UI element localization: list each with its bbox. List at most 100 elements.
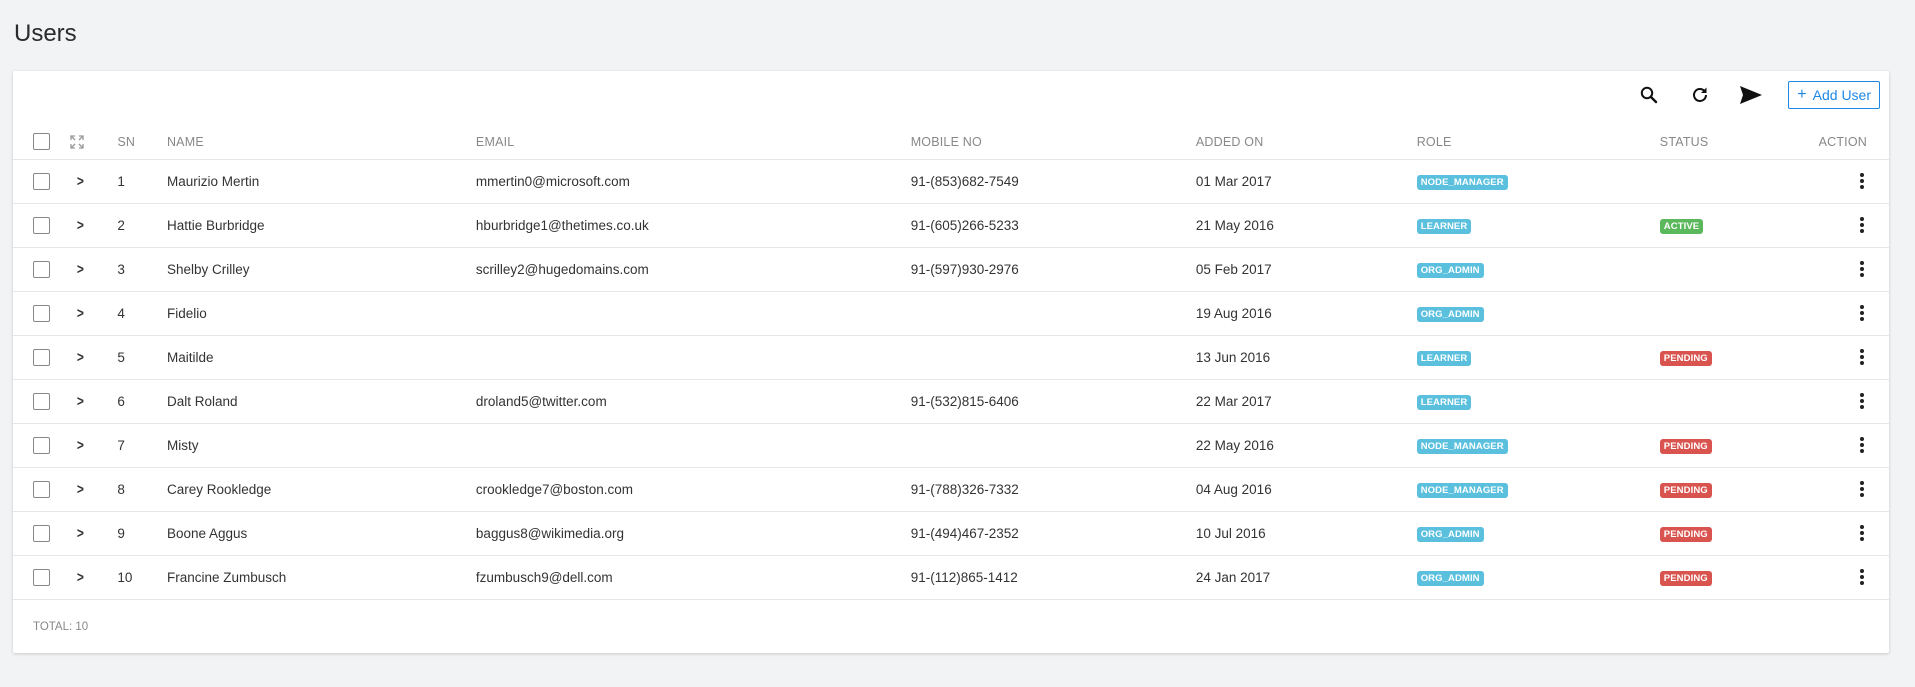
table-row[interactable]: > 10 Francine Zumbusch fzumbusch9@dell.c… <box>13 555 1889 600</box>
more-actions-icon[interactable] <box>1857 525 1867 542</box>
total-count: TOTAL: 10 <box>33 621 89 633</box>
role-badge: LEARNER <box>1416 394 1472 410</box>
row-sn: 10 <box>117 555 167 600</box>
send-button[interactable] <box>1737 81 1765 109</box>
row-checkbox[interactable] <box>33 260 50 278</box>
more-actions-icon[interactable] <box>1857 305 1867 322</box>
row-name: Boone Aggus <box>166 511 476 556</box>
expand-row-chevron-icon[interactable]: > <box>77 217 84 234</box>
row-email: hburbridge1@thetimes.co.uk <box>475 203 911 248</box>
row-name: Shelby Crilley <box>166 247 476 292</box>
row-checkbox[interactable] <box>33 480 50 498</box>
add-user-button[interactable]: + Add User <box>1788 81 1880 109</box>
row-email: crookledge7@boston.com <box>475 467 911 512</box>
row-name: Carey Rookledge <box>166 467 476 512</box>
column-header-role[interactable]: ROLE <box>1416 125 1660 160</box>
row-sn: 3 <box>117 247 167 292</box>
row-sn: 1 <box>117 159 167 204</box>
row-sn: 6 <box>117 379 167 424</box>
expand-row-chevron-icon[interactable]: > <box>77 305 84 322</box>
expand-row-chevron-icon[interactable]: > <box>77 261 84 278</box>
more-actions-icon[interactable] <box>1857 349 1867 366</box>
row-added-on: 05 Feb 2017 <box>1195 247 1417 292</box>
column-header-mobile[interactable]: MOBILE NO <box>910 125 1196 160</box>
row-mobile: 91-(597)930-2976 <box>910 247 1196 292</box>
row-added-on: 01 Mar 2017 <box>1195 159 1417 204</box>
row-email <box>475 335 911 380</box>
table-row[interactable]: > 1 Maurizio Mertin mmertin0@microsoft.c… <box>13 159 1889 204</box>
users-card: + Add User SN NAME EMAIL MOBILE NO ADDED… <box>13 71 1889 653</box>
refresh-button[interactable] <box>1686 81 1714 109</box>
row-added-on: 22 May 2016 <box>1195 423 1417 468</box>
row-checkbox[interactable] <box>33 392 50 410</box>
row-mobile <box>910 335 1196 380</box>
expand-row-chevron-icon[interactable]: > <box>77 173 84 190</box>
row-mobile: 91-(532)815-6406 <box>910 379 1196 424</box>
more-actions-icon[interactable] <box>1857 217 1867 234</box>
row-checkbox[interactable] <box>33 524 50 542</box>
status-badge: PENDING <box>1659 438 1712 454</box>
more-actions-icon[interactable] <box>1857 261 1867 278</box>
expand-row-chevron-icon[interactable]: > <box>77 349 84 366</box>
refresh-icon <box>1693 87 1708 102</box>
row-checkbox[interactable] <box>33 172 50 190</box>
table-row[interactable]: > 8 Carey Rookledge crookledge7@boston.c… <box>13 467 1889 512</box>
table-row[interactable]: > 3 Shelby Crilley scrilley2@hugedomains… <box>13 247 1889 292</box>
role-badge: LEARNER <box>1416 218 1472 234</box>
row-checkbox[interactable] <box>33 304 50 322</box>
row-checkbox[interactable] <box>33 348 50 366</box>
table-row[interactable]: > 9 Boone Aggus baggus8@wikimedia.org 91… <box>13 511 1889 556</box>
status-badge: PENDING <box>1659 482 1712 498</box>
role-badge: ORG_ADMIN <box>1416 526 1484 542</box>
search-button[interactable] <box>1635 81 1663 109</box>
expand-row-chevron-icon[interactable]: > <box>77 525 84 542</box>
more-actions-icon[interactable] <box>1857 393 1867 410</box>
row-mobile <box>910 291 1196 336</box>
status-badge: ACTIVE <box>1659 218 1704 234</box>
row-checkbox[interactable] <box>33 568 50 586</box>
table-row[interactable]: > 6 Dalt Roland droland5@twitter.com 91-… <box>13 379 1889 424</box>
table-row[interactable]: > 4 Fidelio 19 Aug 2016 ORG_ADMIN <box>13 291 1889 336</box>
row-email: mmertin0@microsoft.com <box>475 159 911 204</box>
status-badge: PENDING <box>1659 526 1712 542</box>
add-user-label: Add User <box>1812 87 1871 103</box>
more-actions-icon[interactable] <box>1857 481 1867 498</box>
more-actions-icon[interactable] <box>1857 569 1867 586</box>
row-added-on: 13 Jun 2016 <box>1195 335 1417 380</box>
table-header-row: SN NAME EMAIL MOBILE NO ADDED ON ROLE ST… <box>13 125 1889 160</box>
plus-icon: + <box>1797 86 1807 103</box>
table-row[interactable]: > 2 Hattie Burbridge hburbridge1@thetime… <box>13 203 1889 248</box>
row-checkbox[interactable] <box>33 436 50 454</box>
column-header-added-on[interactable]: ADDED ON <box>1195 125 1417 160</box>
row-email <box>475 291 911 336</box>
column-header-name[interactable]: NAME <box>166 125 476 160</box>
row-mobile: 91-(788)326-7332 <box>910 467 1196 512</box>
more-actions-icon[interactable] <box>1857 437 1867 454</box>
row-checkbox[interactable] <box>33 216 50 234</box>
row-name: Dalt Roland <box>166 379 476 424</box>
more-actions-icon[interactable] <box>1857 173 1867 190</box>
role-badge: ORG_ADMIN <box>1416 570 1484 586</box>
row-sn: 9 <box>117 511 167 556</box>
row-email: fzumbusch9@dell.com <box>475 555 911 600</box>
row-mobile: 91-(494)467-2352 <box>910 511 1196 556</box>
row-name: Hattie Burbridge <box>166 203 476 248</box>
expand-row-chevron-icon[interactable]: > <box>77 481 84 498</box>
toolbar: + Add User <box>1635 81 1880 109</box>
expand-row-chevron-icon[interactable]: > <box>77 393 84 410</box>
status-badge: PENDING <box>1659 350 1712 366</box>
row-email: droland5@twitter.com <box>475 379 911 424</box>
column-header-status[interactable]: STATUS <box>1659 125 1819 160</box>
role-badge: NODE_MANAGER <box>1416 174 1508 190</box>
table-row[interactable]: > 7 Misty 22 May 2016 NODE_MANAGER PENDI… <box>13 423 1889 468</box>
column-header-email[interactable]: EMAIL <box>475 125 911 160</box>
row-name: Fidelio <box>166 291 476 336</box>
expand-row-chevron-icon[interactable]: > <box>77 437 84 454</box>
row-email: baggus8@wikimedia.org <box>475 511 911 556</box>
select-all-checkbox[interactable] <box>33 133 50 151</box>
status-badge: PENDING <box>1659 570 1712 586</box>
expand-row-chevron-icon[interactable]: > <box>77 569 84 586</box>
table-row[interactable]: > 5 Maitilde 13 Jun 2016 LEARNER PENDING <box>13 335 1889 380</box>
expand-all-icon[interactable] <box>70 135 84 149</box>
column-header-sn[interactable]: SN <box>117 125 167 160</box>
